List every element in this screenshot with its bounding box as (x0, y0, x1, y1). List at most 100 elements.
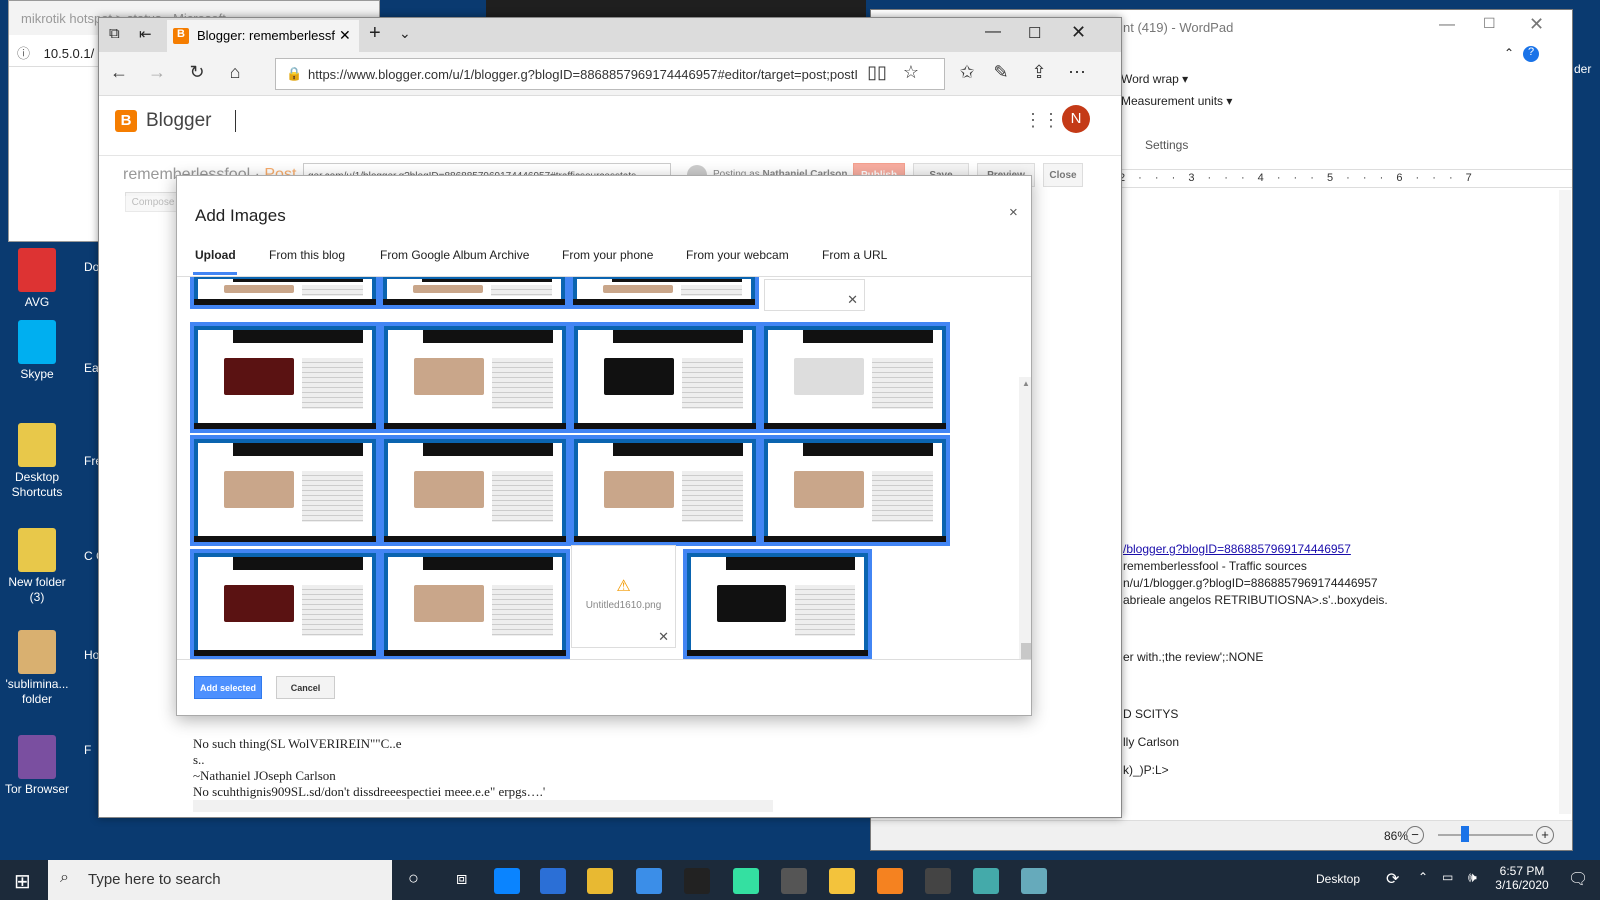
close-icon[interactable]: ✕ (1529, 14, 1544, 35)
favorite-star-icon[interactable]: ☆ (899, 62, 923, 83)
document-line[interactable]: abrieale angelos RETRIBUTIOSNA>.s'..boxy… (1123, 593, 1388, 607)
minimize-icon[interactable]: — (1439, 16, 1455, 34)
image-grid[interactable]: ✕ ⚠ Untitled1610.png ✕ ▲ ▼ (177, 276, 1031, 660)
clock[interactable]: 6:57 PM 3/16/2020 (1494, 864, 1550, 892)
close-tab-icon[interactable]: ✕ (339, 27, 351, 44)
back-icon[interactable]: ← (107, 62, 131, 83)
chrome-icon[interactable] (829, 868, 855, 894)
chevron-down-icon[interactable]: ⌄ (399, 25, 411, 42)
close-button[interactable]: Close (1043, 163, 1083, 187)
image-thumbnail[interactable] (569, 277, 759, 309)
image-thumbnail[interactable] (190, 549, 380, 659)
dialog-tab[interactable]: From Google Album Archive (380, 248, 529, 262)
document-line[interactable]: n/u/1/blogger.g?blogID=88688579691744469… (1123, 576, 1378, 590)
word-wrap-dropdown[interactable]: Word wrap ▾ (1121, 72, 1188, 86)
zoom-in-button[interactable]: + (1536, 826, 1554, 844)
dialog-tab[interactable]: From your phone (562, 248, 653, 262)
scroll-thumb[interactable] (1021, 643, 1031, 659)
blogger-logo-icon[interactable]: B (115, 110, 137, 132)
store-icon[interactable] (540, 868, 566, 894)
tripadvisor-icon[interactable] (733, 868, 759, 894)
volume-icon[interactable]: 🕪 (1468, 869, 1477, 886)
image-grid-scrollbar[interactable]: ▲ ▼ (1019, 377, 1031, 659)
wordpad-scrollbar[interactable] (1559, 190, 1571, 814)
paint-icon[interactable] (973, 868, 999, 894)
document-line[interactable]: k)_)P:L> (1123, 763, 1169, 777)
cancel-button[interactable]: Cancel (276, 676, 335, 699)
taskbar-search-input[interactable]: ⌕ Type here to search (48, 860, 392, 900)
forward-icon[interactable]: → (145, 62, 169, 83)
document-line[interactable]: rememberlessfool - Traffic sources (1123, 559, 1307, 573)
editor-horizontal-scrollbar[interactable] (193, 800, 773, 812)
zoom-slider[interactable] (1438, 834, 1533, 836)
close-icon[interactable]: × (1009, 204, 1018, 221)
dialog-tab[interactable]: From a URL (822, 248, 887, 262)
image-thumbnail[interactable] (760, 322, 950, 433)
file-explorer-icon[interactable] (587, 868, 613, 894)
desktop-icon[interactable]: Desktop Shortcuts (2, 423, 72, 500)
image-thumbnail[interactable] (379, 277, 569, 309)
desktop-icon[interactable]: Skype (2, 320, 72, 382)
app-icon[interactable] (781, 868, 807, 894)
refresh-icon[interactable]: ↻ (185, 62, 209, 83)
paint-3d-icon[interactable] (1021, 868, 1047, 894)
dialog-tab[interactable]: From your webcam (686, 248, 789, 262)
maximize-icon[interactable]: ☐ (1028, 24, 1041, 42)
new-tab-icon[interactable]: + (369, 22, 381, 45)
minimize-icon[interactable]: — (985, 23, 1001, 41)
edge-icon[interactable] (494, 868, 520, 894)
desktop-icon[interactable]: New folder (3) (2, 528, 72, 605)
notification-icon[interactable]: 🗨 (1568, 869, 1588, 889)
add-selected-button[interactable]: Add selected (194, 676, 262, 699)
desktop-icon[interactable]: Tor Browser (2, 735, 72, 797)
dialog-tab[interactable]: Upload (195, 248, 236, 262)
image-thumbnail[interactable] (190, 322, 380, 433)
image-thumbnail[interactable] (380, 549, 570, 659)
image-thumbnail[interactable] (380, 435, 570, 546)
image-thumbnail[interactable] (570, 435, 760, 546)
image-thumbnail[interactable] (190, 435, 380, 546)
set-aside-tabs-icon[interactable]: ⇤ (139, 25, 152, 43)
image-thumbnail[interactable] (190, 277, 380, 309)
measurement-units-dropdown[interactable]: Measurement units ▾ (1121, 94, 1232, 108)
help-icon[interactable]: ? (1523, 46, 1539, 62)
remove-icon[interactable]: ✕ (847, 292, 858, 308)
windows-start-icon[interactable]: ⊞ (14, 869, 31, 894)
network-tray-icon[interactable]: ⟳ (1386, 869, 1399, 889)
image-thumbnail[interactable] (570, 322, 760, 433)
pen-icon[interactable]: ✎ (989, 62, 1013, 83)
dialog-tab[interactable]: From this blog (269, 248, 345, 262)
document-line[interactable]: er with.;the review';:NONE (1123, 650, 1263, 664)
document-line[interactable]: D SCITYS (1123, 707, 1178, 721)
edge-browser-window[interactable]: ⧉ ⇤ B Blogger: rememberlessf ✕ + ⌄ — ☐ ✕… (98, 17, 1122, 818)
tab-actions-icon[interactable]: ⧉ (109, 25, 120, 42)
avatar[interactable]: N (1062, 105, 1090, 133)
maximize-icon[interactable]: ☐ (1483, 15, 1496, 32)
image-thumbnail[interactable] (760, 435, 950, 546)
zoom-slider-thumb[interactable] (1461, 826, 1469, 842)
scroll-up-icon[interactable]: ▲ (1022, 379, 1030, 388)
address-bar[interactable]: 🔒 https://www.blogger.com/u/1/blogger.g?… (275, 58, 945, 90)
collapse-ribbon-icon[interactable]: ⌃ (1504, 46, 1514, 60)
document-line[interactable]: lly Carlson (1123, 735, 1179, 749)
share-icon[interactable]: ⇪ (1027, 62, 1051, 83)
desktop-toolbar[interactable]: Desktop (1316, 872, 1360, 886)
amazon-icon[interactable] (684, 868, 710, 894)
home-icon[interactable]: ⌂ (223, 62, 247, 83)
camera-icon[interactable] (925, 868, 951, 894)
broken-image-thumb[interactable]: ✕ (764, 279, 865, 311)
tab-blogger[interactable]: B Blogger: rememberlessf ✕ (167, 20, 359, 52)
reading-view-icon[interactable]: ▯▯ (865, 62, 889, 83)
remove-icon[interactable]: ✕ (658, 629, 669, 645)
broken-image-thumb[interactable]: ⚠ Untitled1610.png ✕ (571, 545, 676, 648)
more-icon[interactable]: ⋯ (1065, 62, 1089, 83)
desktop-icon[interactable]: AVG (2, 248, 72, 310)
close-icon[interactable]: ✕ (1071, 22, 1086, 43)
favorites-hub-icon[interactable]: ✩ (955, 62, 979, 83)
image-thumbnail[interactable] (683, 549, 872, 659)
document-line[interactable]: /blogger.g?blogID=8868857969174446957 (1123, 542, 1351, 556)
cortana-icon[interactable]: ○ (408, 868, 419, 889)
battery-icon[interactable]: ▭ (1442, 870, 1453, 884)
vlc-icon[interactable] (877, 868, 903, 894)
blogger-brand[interactable]: Blogger (146, 110, 212, 132)
